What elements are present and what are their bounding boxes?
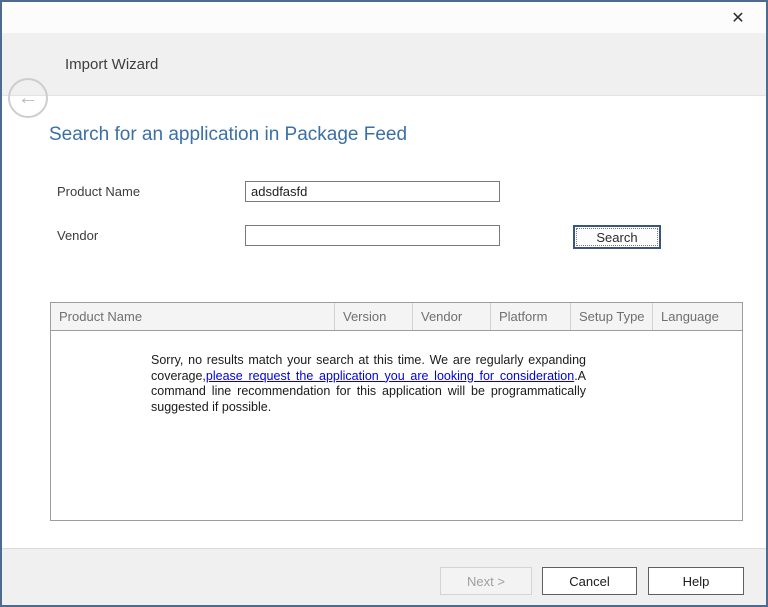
column-header-language[interactable]: Language [652,303,742,330]
search-button[interactable]: Search [573,225,661,249]
page-title: Search for an application in Package Fee… [49,124,407,146]
close-button[interactable]: ✕ [722,6,754,32]
next-button[interactable]: Next > [440,567,532,595]
request-application-link[interactable]: please request the application you are l… [206,369,574,383]
product-name-input[interactable] [245,181,500,202]
wizard-title: Import Wizard [65,33,158,96]
back-arrow-icon: ← [18,87,39,108]
vendor-label: Vendor [57,228,98,243]
column-header-product-name[interactable]: Product Name [51,303,334,330]
vendor-input[interactable] [245,225,500,246]
product-name-label: Product Name [57,184,140,199]
title-bar: ✕ [2,2,766,33]
back-button[interactable]: ← [8,78,48,118]
footer-bar: Next > Cancel Help [2,548,766,605]
column-header-vendor[interactable]: Vendor [412,303,490,330]
search-button-label: Search [576,228,658,246]
import-wizard-window: ✕ ← Import Wizard Search for an applicat… [0,0,768,607]
no-results-message: Sorry, no results match your search at t… [151,353,586,415]
help-button[interactable]: Help [648,567,744,595]
column-header-setup-type[interactable]: Setup Type [570,303,652,330]
column-header-version[interactable]: Version [334,303,412,330]
close-icon: ✕ [731,11,744,27]
column-header-platform[interactable]: Platform [490,303,570,330]
results-table: Product Name Version Vendor Platform Set… [50,302,743,521]
cancel-button[interactable]: Cancel [542,567,637,595]
results-table-header: Product Name Version Vendor Platform Set… [51,303,742,331]
